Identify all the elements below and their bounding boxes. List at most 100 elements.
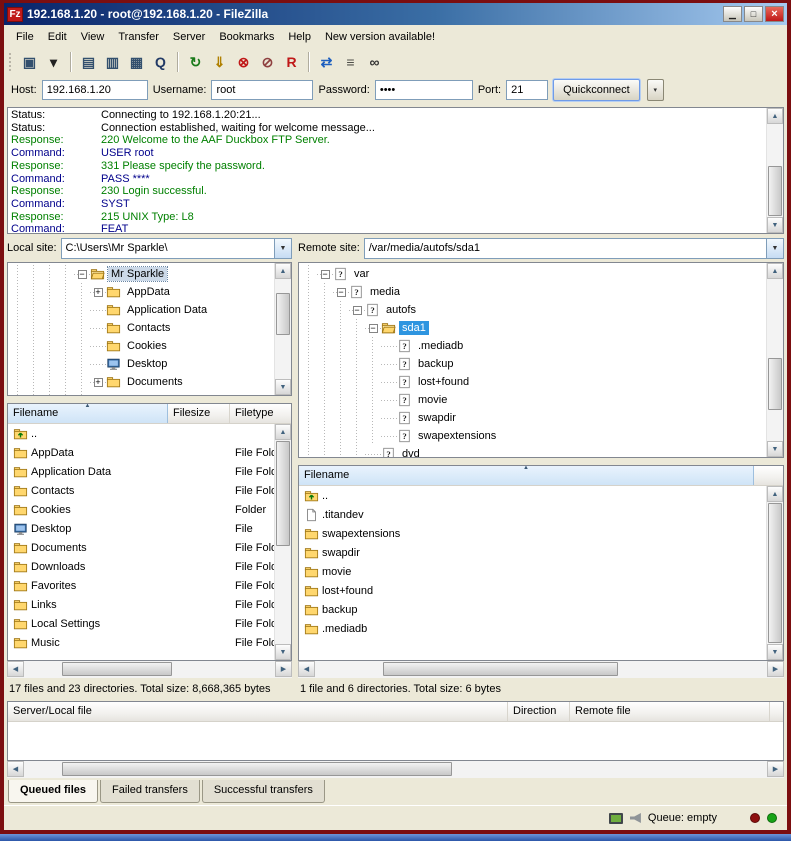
column-header-filetype[interactable]: Filetype <box>230 404 291 423</box>
expand-icon[interactable]: + <box>94 288 103 297</box>
file-row[interactable]: Local SettingsFile Folder <box>8 614 291 633</box>
menu-edit[interactable]: Edit <box>41 27 74 47</box>
tab-queued-files[interactable]: Queued files <box>8 780 98 803</box>
file-row[interactable]: ContactsFile Folder <box>8 481 291 500</box>
file-row[interactable]: LinksFile Folder <box>8 595 291 614</box>
file-row[interactable]: .mediadb <box>299 619 783 638</box>
refresh-button[interactable]: ↻ <box>184 51 207 73</box>
file-row[interactable]: Application DataFile Folder <box>8 462 291 481</box>
message-log-scrollbar[interactable]: ▲ ▼ <box>766 108 783 233</box>
file-row[interactable]: .. <box>299 486 783 505</box>
tree-item[interactable]: swapdir <box>301 409 765 427</box>
file-row[interactable]: movie <box>299 562 783 581</box>
scroll-thumb[interactable] <box>768 166 782 216</box>
local-tree-scrollbar[interactable]: ▲ ▼ <box>274 263 291 395</box>
file-row[interactable]: .titandev <box>299 505 783 524</box>
tree-item[interactable]: movie <box>301 391 765 409</box>
quickconnect-dropdown-button[interactable]: ▾ <box>647 79 664 101</box>
remote-site-combo[interactable]: /var/media/autofs/sda1 ▼ <box>364 238 784 259</box>
menu-transfer[interactable]: Transfer <box>111 27 166 47</box>
new-version-notice[interactable]: New version available! <box>318 27 442 47</box>
file-row[interactable]: swapextensions <box>299 524 783 543</box>
monitor-icon[interactable] <box>609 813 623 824</box>
collapse-icon[interactable]: − <box>369 324 378 333</box>
minimize-button[interactable]: ▁ <box>723 6 742 22</box>
tree-item[interactable]: .mediadb <box>301 337 765 355</box>
password-input[interactable] <box>375 80 473 100</box>
menu-view[interactable]: View <box>74 27 112 47</box>
host-input[interactable] <box>42 80 148 100</box>
port-input[interactable] <box>506 80 548 100</box>
menu-help[interactable]: Help <box>281 27 318 47</box>
chevron-down-icon[interactable]: ▼ <box>766 239 783 258</box>
expand-icon[interactable]: + <box>94 396 103 397</box>
tree-item[interactable]: −autofs <box>301 301 765 319</box>
local-file-list[interactable]: ▲FilenameFilesizeFiletype ..AppDataFile … <box>7 403 292 661</box>
file-row[interactable]: CookiesFolder <box>8 500 291 519</box>
scroll-up-button[interactable]: ▲ <box>275 424 291 440</box>
local-directory-tree[interactable]: −Mr Sparkle+AppDataApplication DataConta… <box>7 262 292 396</box>
toggle-message-log-button[interactable]: ▤ <box>77 51 100 73</box>
disconnect-button[interactable]: ⊘ <box>256 51 279 73</box>
username-input[interactable] <box>211 80 313 100</box>
tree-item[interactable]: +AppData <box>10 283 273 301</box>
scroll-thumb[interactable] <box>768 503 782 643</box>
site-manager-dropdown-button[interactable]: ▾ <box>42 51 65 73</box>
queue-pane[interactable]: Server/Local fileDirectionRemote file <box>7 701 784 761</box>
queue-body[interactable] <box>8 722 783 760</box>
file-row[interactable]: lost+found <box>299 581 783 600</box>
menu-bookmarks[interactable]: Bookmarks <box>212 27 281 47</box>
local-list-scrollbar[interactable]: ▲ ▼ <box>274 424 291 660</box>
menu-server[interactable]: Server <box>166 27 212 47</box>
speaker-icon[interactable] <box>630 813 641 823</box>
file-row[interactable]: FavoritesFile Folder <box>8 576 291 595</box>
directory-comparison-button[interactable]: ⇄ <box>315 51 338 73</box>
tree-item[interactable]: swapextensions <box>301 427 765 445</box>
toggle-queue-button[interactable]: Q <box>149 51 172 73</box>
scroll-down-button[interactable]: ▼ <box>275 644 291 660</box>
tree-item[interactable]: Cookies <box>10 337 273 355</box>
scroll-down-button[interactable]: ▼ <box>275 379 291 395</box>
scroll-down-button[interactable]: ▼ <box>767 217 783 233</box>
collapse-icon[interactable]: − <box>337 288 346 297</box>
local-horizontal-scrollbar[interactable]: ◀ ▶ <box>7 661 292 678</box>
remote-directory-tree[interactable]: −var−media−autofs−sda1.mediadbbackuplost… <box>298 262 784 458</box>
file-row[interactable]: swapdir <box>299 543 783 562</box>
quickconnect-button[interactable]: Quickconnect <box>553 79 640 101</box>
menu-file[interactable]: File <box>9 27 41 47</box>
file-row[interactable]: AppDataFile Folder <box>8 443 291 462</box>
scroll-thumb[interactable] <box>768 358 782 410</box>
scroll-thumb[interactable] <box>383 662 618 676</box>
tab-failed-transfers[interactable]: Failed transfers <box>100 780 200 803</box>
remote-list-scrollbar[interactable]: ▲ ▼ <box>766 486 783 660</box>
site-manager-button[interactable]: ▣ <box>18 51 41 73</box>
scroll-up-button[interactable]: ▲ <box>767 486 783 502</box>
find-files-button[interactable]: ∞ <box>363 51 386 73</box>
scroll-up-button[interactable]: ▲ <box>275 263 291 279</box>
queue-column-header-direction[interactable]: Direction <box>508 702 570 721</box>
scroll-left-button[interactable]: ◀ <box>7 661 24 677</box>
scroll-thumb[interactable] <box>276 441 290 546</box>
toggle-local-tree-button[interactable]: ▥ <box>101 51 124 73</box>
file-row[interactable]: DocumentsFile Folder <box>8 538 291 557</box>
reconnect-button[interactable]: R <box>280 51 303 73</box>
scroll-down-button[interactable]: ▼ <box>767 644 783 660</box>
remote-splitter[interactable] <box>298 458 784 465</box>
scroll-thumb[interactable] <box>62 662 172 676</box>
process-queue-button[interactable]: ⇓ <box>208 51 231 73</box>
tree-item[interactable]: backup <box>301 355 765 373</box>
column-header-filesize[interactable]: Filesize <box>168 404 230 423</box>
scroll-right-button[interactable]: ▶ <box>767 761 784 777</box>
tree-item[interactable]: +Documents <box>10 373 273 391</box>
tree-item[interactable]: Contacts <box>10 319 273 337</box>
maximize-button[interactable]: □ <box>744 6 763 22</box>
toggle-remote-tree-button[interactable]: ▦ <box>125 51 148 73</box>
message-log[interactable]: Status:Connecting to 192.168.1.20:21...S… <box>7 107 784 234</box>
chevron-down-icon[interactable]: ▼ <box>274 239 291 258</box>
scroll-right-button[interactable]: ▶ <box>767 661 784 677</box>
file-row[interactable]: DownloadsFile Folder <box>8 557 291 576</box>
tree-item[interactable]: Desktop <box>10 355 273 373</box>
remote-horizontal-scrollbar[interactable]: ◀ ▶ <box>298 661 784 678</box>
scroll-left-button[interactable]: ◀ <box>7 761 24 777</box>
tree-item[interactable]: −var <box>301 265 765 283</box>
